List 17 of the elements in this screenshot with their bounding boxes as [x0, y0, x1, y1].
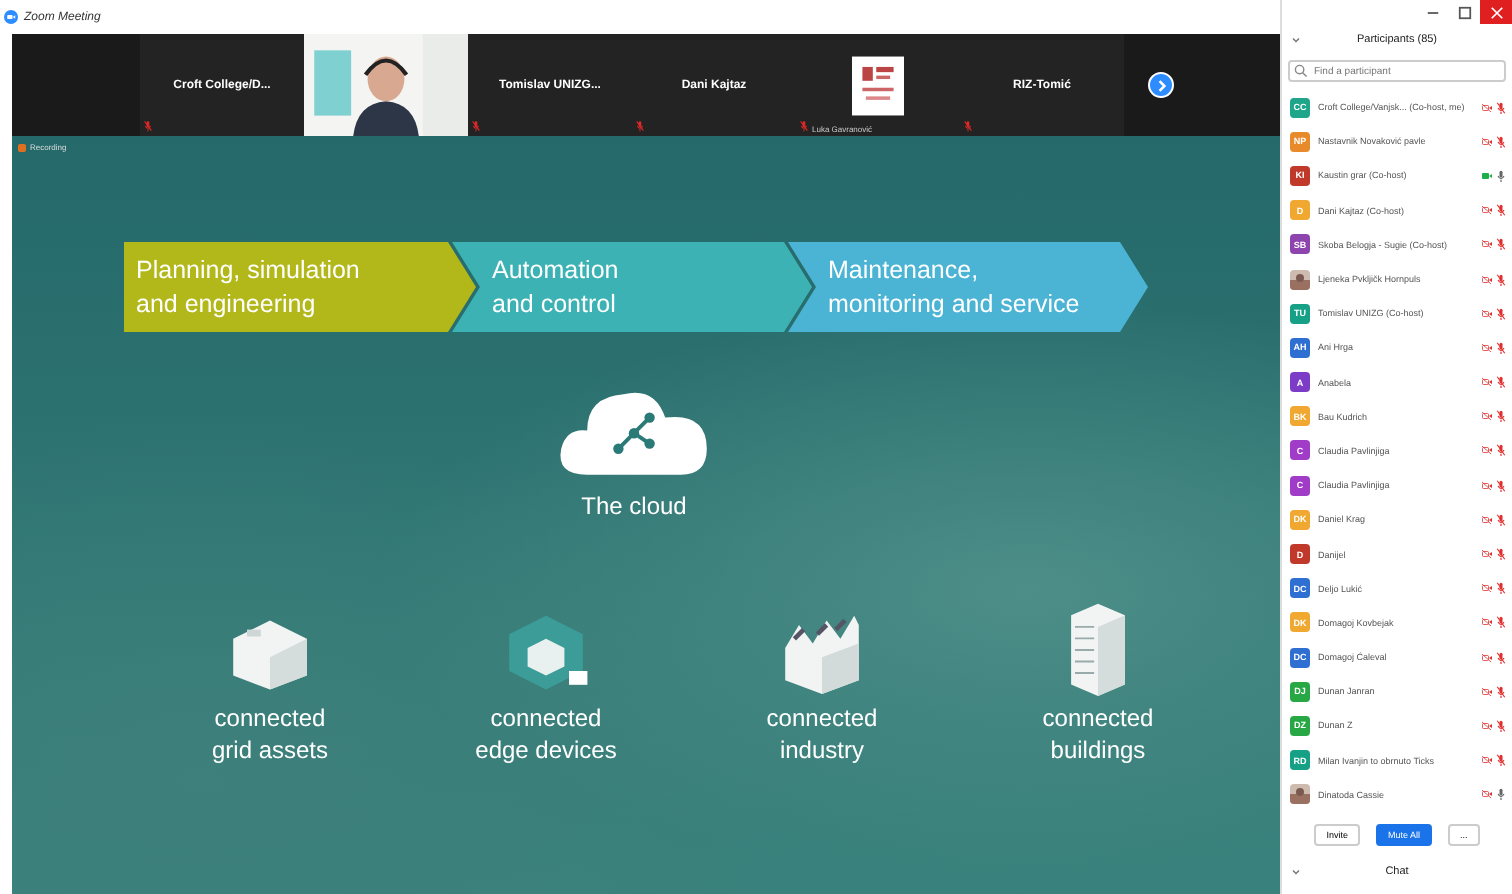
cloud-label: The cloud	[581, 492, 687, 520]
stage-label: Automation and control	[492, 254, 619, 320]
close-button[interactable]	[1480, 0, 1512, 24]
chevron-right-icon	[1153, 77, 1169, 93]
node-label: connected industry	[766, 704, 878, 767]
collapse-icon[interactable]	[1290, 866, 1302, 878]
close-icon	[1489, 5, 1503, 19]
search-icon	[1294, 64, 1308, 78]
node-label: connected edge devices	[475, 704, 617, 767]
stage-label: Planning, simulation and engineering	[136, 254, 360, 320]
stage-label: Maintenance, monitoring and service	[828, 254, 1080, 320]
maximize-icon	[1457, 5, 1471, 19]
next-page-button[interactable]	[1148, 72, 1174, 98]
logo-icon	[852, 53, 904, 117]
collapse-icon[interactable]	[1290, 34, 1302, 46]
node-label: connected grid assets	[211, 704, 329, 767]
node-label: connected buildings	[1042, 704, 1154, 767]
